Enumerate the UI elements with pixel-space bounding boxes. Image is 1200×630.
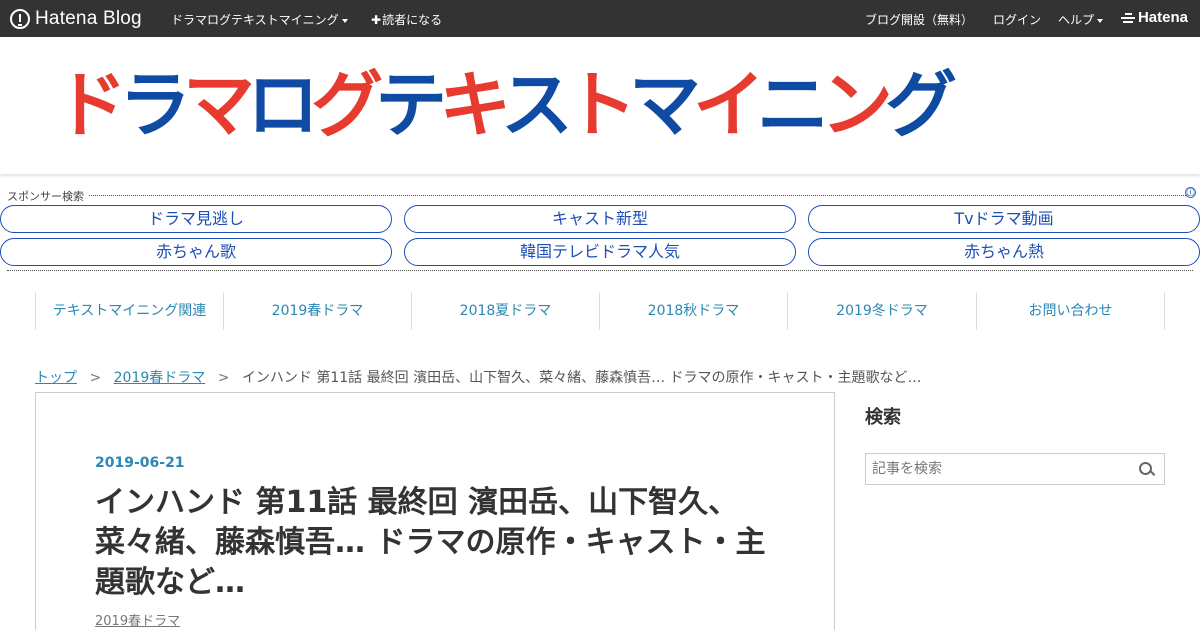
- sponsor-divider: [7, 270, 1193, 271]
- sponsor-search-button[interactable]: キャスト新型: [404, 205, 796, 233]
- banner-letter: マ: [183, 67, 255, 143]
- banner-letter: マ: [628, 67, 701, 143]
- category-nav: テキストマイニング関連 2019春ドラマ 2018夏ドラマ 2018秋ドラマ 2…: [35, 292, 1165, 330]
- sponsored-search: スポンサー検索 ⓘ ドラマ見逃し キャスト新型 Tvドラマ動画 赤ちゃん歌 韓国…: [0, 186, 1200, 272]
- breadcrumb: トップ > 2019春ドラマ > インハンド 第11話 最終回 濱田岳、山下智久…: [35, 367, 922, 387]
- blog-header: ドラマログテキストマイニング: [0, 37, 1200, 174]
- article-title[interactable]: インハンド 第11話 最終回 濱田岳、山下智久、菜々緒、藤森慎吾… ドラマの原作…: [95, 483, 785, 603]
- global-header: Hatena Blog ドラマログテキストマイニング ✚読者になる ブログ開設（…: [0, 0, 1200, 37]
- chevron-down-icon: [341, 18, 348, 23]
- breadcrumb-separator: >: [89, 370, 102, 386]
- chevron-down-icon: [1097, 18, 1104, 23]
- blog-title-banner-text: ドラマログテキストマイニング: [55, 67, 1145, 143]
- login-link[interactable]: ログイン: [993, 11, 1041, 28]
- blog-menu-label: ドラマログテキストマイニング: [171, 13, 339, 27]
- sponsor-search-button[interactable]: 赤ちゃん歌: [0, 238, 392, 266]
- nav-item-2019-spring[interactable]: 2019春ドラマ: [223, 292, 411, 330]
- help-label: ヘルプ: [1058, 13, 1095, 27]
- sponsor-label: スポンサー検索: [7, 188, 88, 204]
- nav-item-text-mining[interactable]: テキストマイニング関連: [35, 292, 223, 330]
- banner-letter: ド: [55, 67, 127, 143]
- banner-letter: グ: [885, 67, 957, 143]
- hatena-blog-logo-icon: [10, 8, 30, 29]
- sponsor-search-button[interactable]: 韓国テレビドラマ人気: [404, 238, 796, 266]
- nav-item-2019-winter[interactable]: 2019冬ドラマ: [787, 292, 976, 330]
- banner-letter: ニ: [757, 67, 829, 143]
- banner-letter: ラ: [119, 67, 191, 143]
- breadcrumb-current: インハンド 第11話 最終回 濱田岳、山下智久、菜々緒、藤森慎吾… ドラマの原作…: [241, 370, 922, 386]
- subscribe-button[interactable]: ✚読者になる: [371, 11, 442, 28]
- help-dropdown[interactable]: ヘルプ: [1058, 11, 1104, 28]
- nav-item-contact[interactable]: お問い合わせ: [976, 292, 1165, 330]
- blog-menu-dropdown[interactable]: ドラマログテキストマイニング: [171, 11, 348, 28]
- sponsor-search-button[interactable]: 赤ちゃん熱: [808, 238, 1200, 266]
- sidebar-search-form: [865, 453, 1165, 485]
- breadcrumb-top-link[interactable]: トップ: [35, 370, 77, 386]
- blog-title-banner[interactable]: ドラマログテキストマイニング: [55, 67, 1145, 143]
- banner-letter: キ: [439, 67, 509, 143]
- banner-letter: テ: [375, 67, 447, 143]
- search-input[interactable]: [866, 454, 1134, 484]
- banner-letter: ン: [821, 67, 893, 143]
- sponsor-search-button[interactable]: ドラマ見逃し: [0, 205, 392, 233]
- banner-letter: ロ: [247, 67, 319, 143]
- hatena-mark-icon: [1120, 12, 1135, 24]
- sponsor-divider: [7, 195, 1186, 196]
- breadcrumb-category-link[interactable]: 2019春ドラマ: [114, 370, 206, 386]
- banner-letter: ス: [500, 67, 573, 143]
- hatena-logo-text: Hatena: [1137, 9, 1188, 26]
- banner-letter: ト: [564, 67, 637, 143]
- sidebar-search-title: 検索: [865, 407, 901, 428]
- hatena-blog-logo-text: Hatena Blog: [35, 7, 142, 29]
- search-icon[interactable]: [1139, 462, 1155, 478]
- banner-letter: グ: [311, 67, 383, 143]
- banner-letter: イ: [692, 67, 765, 143]
- breadcrumb-separator: >: [217, 370, 230, 386]
- hatena-blog-logo[interactable]: Hatena Blog: [10, 6, 142, 31]
- article-date[interactable]: 2019-06-21: [95, 455, 185, 471]
- sponsor-search-button[interactable]: Tvドラマ動画: [808, 205, 1200, 233]
- article-category-link[interactable]: 2019春ドラマ: [95, 610, 180, 629]
- info-icon[interactable]: ⓘ: [1185, 187, 1196, 198]
- plus-icon: ✚: [371, 13, 382, 27]
- nav-item-2018-autumn[interactable]: 2018秋ドラマ: [599, 292, 787, 330]
- article-card: 2019-06-21 インハンド 第11話 最終回 濱田岳、山下智久、菜々緒、藤…: [35, 392, 835, 630]
- nav-item-2018-summer[interactable]: 2018夏ドラマ: [411, 292, 599, 330]
- open-blog-link[interactable]: ブログ開設（無料）: [865, 11, 973, 28]
- hatena-logo[interactable]: Hatena: [1120, 9, 1188, 26]
- subscribe-label: 読者になる: [382, 13, 443, 27]
